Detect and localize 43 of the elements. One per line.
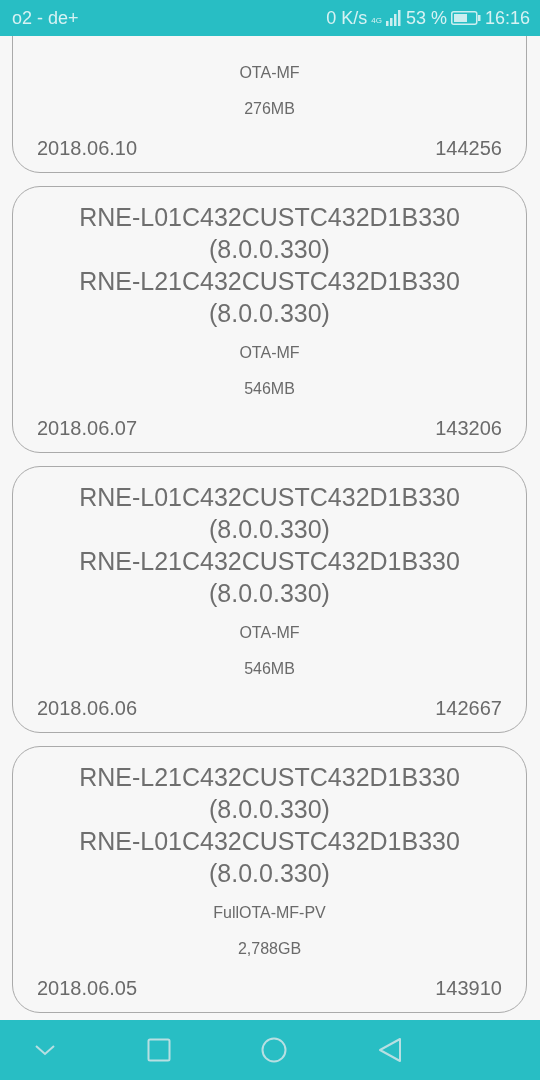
release-number: 143206	[435, 417, 502, 440]
firmware-title: RNE-L21C432CUSTC432D1B330	[79, 762, 460, 793]
update-type: OTA-MF	[239, 623, 300, 643]
release-card[interactable]: RNE-L01C432CUSTC432D1B330 (8.0.0.330) RNE-L21C432CUSTC432D1B330 (8.0.0.330) OTA-MF 546MB 2018.06.07 143206	[12, 186, 527, 453]
firmware-title: (8.0.0.330)	[209, 298, 330, 329]
firmware-title: (8.0.0.330)	[209, 794, 330, 825]
chevron-down-icon[interactable]	[34, 1043, 56, 1057]
release-date: 2018.06.06	[37, 697, 138, 720]
release-number: 142667	[435, 697, 502, 720]
firmware-title: (8.0.0.330)	[209, 858, 330, 889]
update-size: 546MB	[244, 659, 295, 679]
back-icon[interactable]	[377, 1037, 402, 1063]
release-number: 144256	[435, 137, 502, 160]
release-card[interactable]: OTA-MF 276MB 2018.06.10 144256	[12, 36, 527, 173]
release-card[interactable]: RNE-L21C432CUSTC432D1B330 (8.0.0.330) RNE-L01C432CUSTC432D1B330 (8.0.0.330) FullOTA-MF-PV 2,788GB 2018.06.05 143910	[12, 746, 527, 1013]
firmware-title: (8.0.0.330)	[209, 578, 330, 609]
update-size: 276MB	[244, 99, 295, 119]
update-type: OTA-MF	[239, 343, 300, 363]
firmware-title: RNE-L01C432CUSTC432D1B330	[79, 482, 460, 513]
release-date: 2018.06.07	[37, 417, 138, 440]
release-date: 2018.06.05	[37, 977, 138, 1000]
update-type: OTA-MF	[239, 63, 300, 83]
battery-percent: 53 %	[405, 7, 447, 29]
firmware-title: (8.0.0.330)	[209, 234, 330, 265]
firmware-title: (8.0.0.330)	[209, 514, 330, 545]
home-icon[interactable]	[261, 1037, 288, 1063]
update-type: FullOTA-MF-PV	[213, 903, 326, 923]
update-size: 546MB	[244, 379, 295, 399]
firmware-title: RNE-L21C432CUSTC432D1B330	[79, 546, 460, 577]
release-number: 143910	[435, 977, 502, 1000]
firmware-title: RNE-L01C432CUSTC432D1B330	[79, 826, 460, 857]
battery-icon	[450, 11, 481, 25]
clock: 16:16	[484, 7, 530, 29]
release-date: 2018.06.10	[37, 137, 138, 160]
network-speed: 0 K/s	[326, 7, 368, 29]
recents-icon[interactable]	[146, 1038, 171, 1062]
firmware-title: RNE-L01C432CUSTC432D1B330	[79, 202, 460, 233]
update-size: 2,788GB	[237, 939, 302, 959]
release-card[interactable]: RNE-L01C432CUSTC432D1B330 (8.0.0.330) RNE-L21C432CUSTC432D1B330 (8.0.0.330) OTA-MF 546MB 2018.06.06 142667	[12, 466, 527, 733]
firmware-title: RNE-L21C432CUSTC432D1B330	[79, 266, 460, 297]
signal-icon	[385, 10, 402, 26]
carrier-name: o2 - de+	[12, 7, 79, 29]
network-type: 4G	[371, 15, 382, 25]
